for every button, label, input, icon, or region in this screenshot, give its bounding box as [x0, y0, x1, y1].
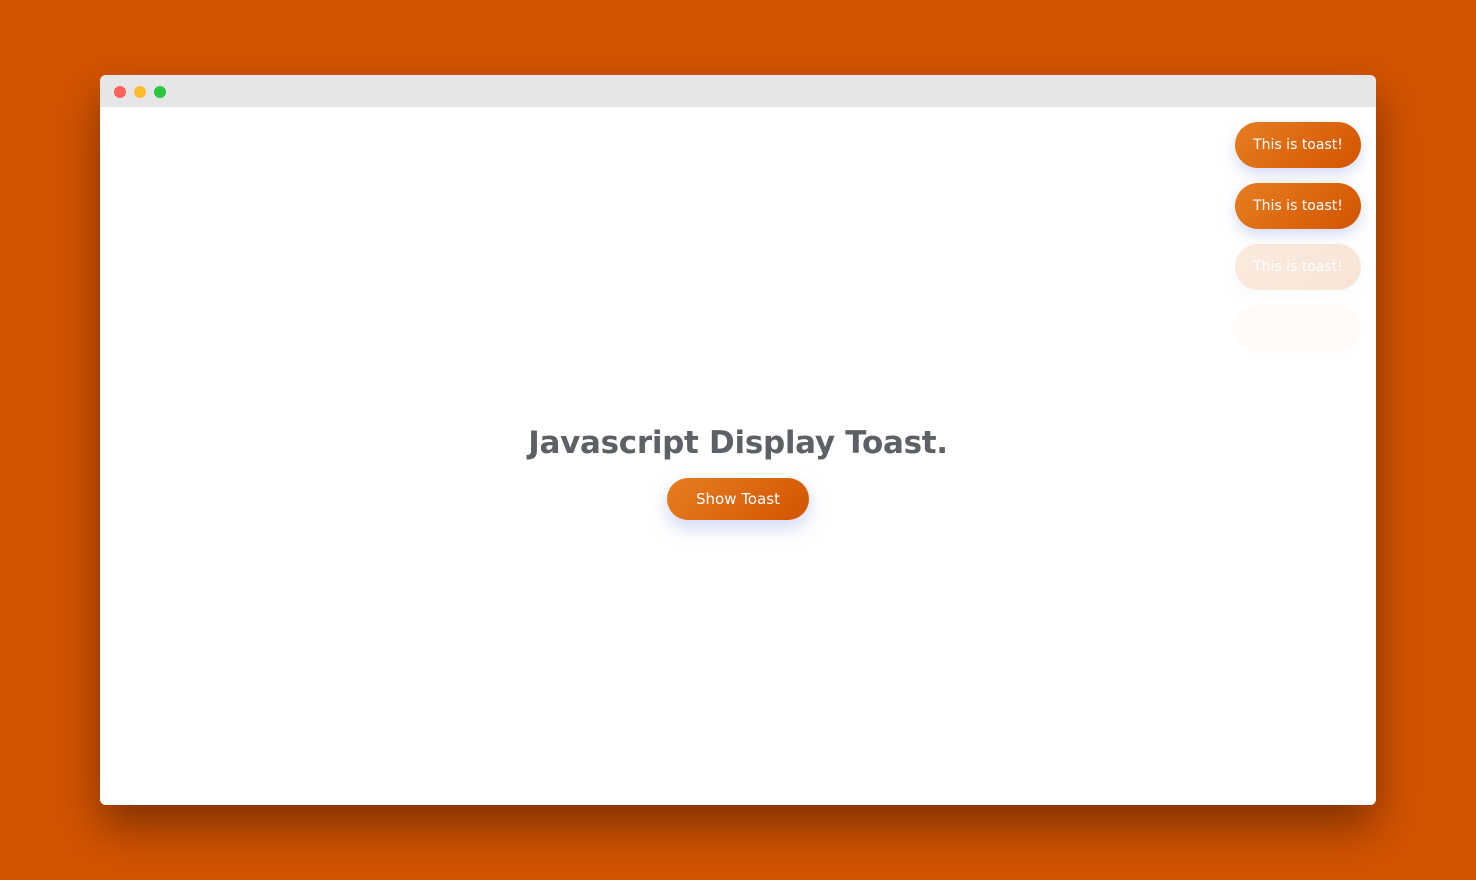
minimize-window-button[interactable]: [134, 86, 146, 98]
toast-notification: This is toast!: [1235, 122, 1361, 168]
toast-notification: [1235, 305, 1361, 351]
toast-notification: This is toast!: [1235, 183, 1361, 229]
toast-notification: This is toast!: [1235, 244, 1361, 290]
browser-window: Javascript Display Toast. Show Toast Thi…: [100, 75, 1376, 805]
maximize-window-button[interactable]: [154, 86, 166, 98]
title-bar: [100, 75, 1376, 107]
show-toast-button[interactable]: Show Toast: [667, 478, 809, 520]
page-title: Javascript Display Toast.: [528, 425, 948, 461]
page-content: Javascript Display Toast. Show Toast Thi…: [100, 107, 1376, 805]
close-window-button[interactable]: [114, 86, 126, 98]
